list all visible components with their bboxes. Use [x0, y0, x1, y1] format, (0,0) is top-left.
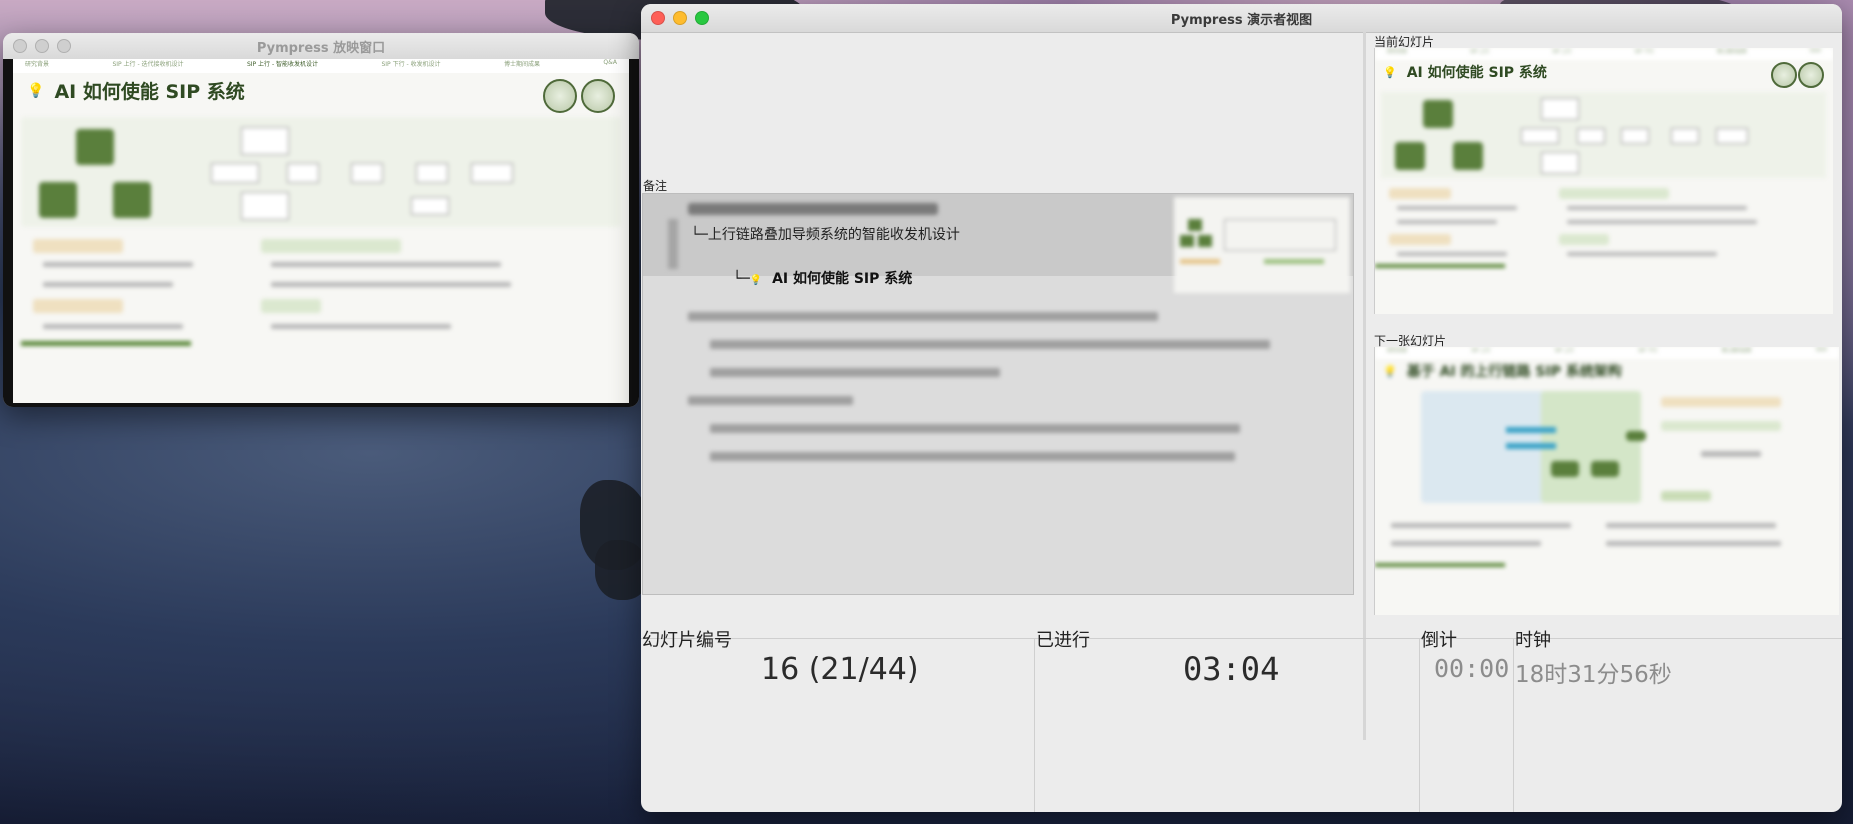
notes-body [688, 312, 1308, 552]
slide-number-label: 幻灯片编号 [642, 630, 732, 651]
projected-slide: 研究背景 SIP 上行 - 迭代接收机设计 SIP 上行 - 智能收发机设计 S… [13, 59, 629, 403]
section-tag [261, 239, 401, 253]
diagram-node [351, 163, 383, 183]
slide-number-value[interactable]: 16 (21/44) [761, 652, 919, 687]
slide-body [1375, 391, 1833, 613]
university-logo [1798, 62, 1824, 88]
minimize-button[interactable] [35, 39, 49, 53]
status-divider [1034, 638, 1035, 812]
countdown-value[interactable]: 00:00 [1434, 654, 1509, 683]
close-button[interactable] [13, 39, 27, 53]
notes-breadcrumb: 上行链路叠加导频系统的智能收发机设计 [707, 227, 960, 243]
diagram-node [411, 197, 449, 215]
university-logo [581, 79, 615, 113]
countdown-label: 倒计 [1421, 630, 1457, 651]
notes-top-line [688, 203, 938, 215]
diagram-node [471, 163, 513, 183]
text-line [43, 324, 183, 329]
zoom-button[interactable] [57, 39, 71, 53]
lightbulb-icon: 💡 [1383, 364, 1397, 378]
notes-slide-thumbnail [1174, 197, 1350, 293]
next-slide-title: 基于 AI 的上行链路 SIP 系统架构 [1406, 364, 1622, 380]
footer-bar [21, 341, 191, 346]
text-line [43, 282, 173, 287]
university-logo [1771, 62, 1797, 88]
slide-nav-bar: 研究背景 SIP 上行 SIP 上行 SIP 下行 博士期间成果 Q&A [1375, 48, 1833, 60]
panel-divider[interactable] [1363, 32, 1366, 740]
nav-section: SIP 上行 - 智能收发机设计 [246, 61, 319, 68]
next-slide-preview: 研究背景 SIP 上行 SIP 上行 SIP 下行 博士期间成果 Q&A 💡 基于 AI … [1374, 347, 1839, 615]
nav-section: 博士期间成果 [503, 61, 540, 68]
slide-title: AI 如何使能 SIP 系统 [54, 81, 245, 103]
presenter-window-title: Pympress 演示者视图 [1170, 12, 1313, 28]
slide-nav-bar: 研究背景 SIP 上行 SIP 上行 SIP 下行 博士期间成果 Q&A [1375, 347, 1839, 359]
nav-section: SIP 上行 - 迭代接收机设计 [112, 61, 184, 68]
slide-body [21, 117, 621, 403]
university-logo [543, 79, 577, 113]
current-slide-preview: 研究背景 SIP 上行 SIP 上行 SIP 下行 博士期间成果 Q&A 💡 AI 如何使… [1374, 48, 1833, 314]
slide-title-row: 💡 基于 AI 的上行链路 SIP 系统架构 [1375, 359, 1839, 383]
close-button[interactable] [651, 11, 665, 25]
section-tag [33, 239, 123, 253]
text-line [271, 324, 451, 329]
diagram-node [416, 163, 448, 183]
slide-nav-bar: 研究背景 SIP 上行 - 迭代接收机设计 SIP 上行 - 智能收发机设计 S… [13, 59, 629, 73]
text-line [43, 262, 193, 267]
projector-titlebar[interactable]: Pympress 放映窗口 [3, 33, 639, 60]
nav-section: 研究背景 [25, 61, 50, 68]
nav-section: SIP 下行 - 收发机设计 [381, 61, 441, 68]
text-line [271, 262, 501, 267]
text-line [271, 282, 511, 287]
status-divider [1513, 638, 1514, 812]
elapsed-label: 已进行 [1036, 630, 1090, 651]
slide-title-row: 💡 AI 如何使能 SIP 系统 [13, 73, 629, 108]
projector-window-title: Pympress 放映窗口 [256, 40, 386, 56]
clock-label: 时钟 [1515, 630, 1551, 651]
notes-current-heading: AI 如何使能 SIP 系统 [772, 271, 913, 287]
diagram-block [76, 129, 114, 165]
slide-title-row: 💡 AI 如何使能 SIP 系统 [1375, 60, 1833, 84]
clock-value: 18时31分56秒 [1515, 662, 1672, 688]
lightbulb-icon: 💡 [749, 275, 763, 286]
lightbulb-icon: 💡 [27, 82, 45, 99]
minimize-button[interactable] [673, 11, 687, 25]
diagram-node [211, 163, 259, 183]
notes-tree-branch: └─上行链路叠加导频系统的智能收发机设计 [691, 227, 960, 243]
section-tag [33, 299, 123, 313]
notes-tree-leaf: └─💡 AI 如何使能 SIP 系统 [733, 271, 913, 287]
presenter-titlebar[interactable]: Pympress 演示者视图 [641, 4, 1842, 33]
diagram-node [241, 127, 289, 155]
diagram-block [113, 182, 151, 218]
diagram-node [287, 163, 319, 183]
diagram-block [39, 182, 77, 218]
zoom-button[interactable] [695, 11, 709, 25]
elapsed-time-value[interactable]: 03:04 [1183, 650, 1279, 688]
lightbulb-icon: 💡 [1383, 65, 1397, 79]
projector-window[interactable]: Pympress 放映窗口 研究背景 SIP 上行 - 迭代接收机设计 SIP … [3, 33, 639, 407]
diagram-node [241, 192, 289, 220]
status-divider [1419, 638, 1420, 812]
nav-section: Q&A [603, 59, 617, 66]
notes-label: 备注 [643, 179, 668, 193]
presenter-window[interactable]: Pympress 演示者视图 备注 └─上行链路叠加导频系统的智能收发机设计 └… [641, 4, 1842, 812]
current-slide-title: AI 如何使能 SIP 系统 [1406, 65, 1547, 81]
section-tag [261, 299, 321, 313]
status-separator [641, 638, 1842, 639]
notes-side-mark [668, 219, 678, 269]
slide-body [1375, 92, 1826, 312]
notes-panel[interactable]: └─上行链路叠加导频系统的智能收发机设计 └─💡 AI 如何使能 SIP 系统 [642, 193, 1354, 595]
